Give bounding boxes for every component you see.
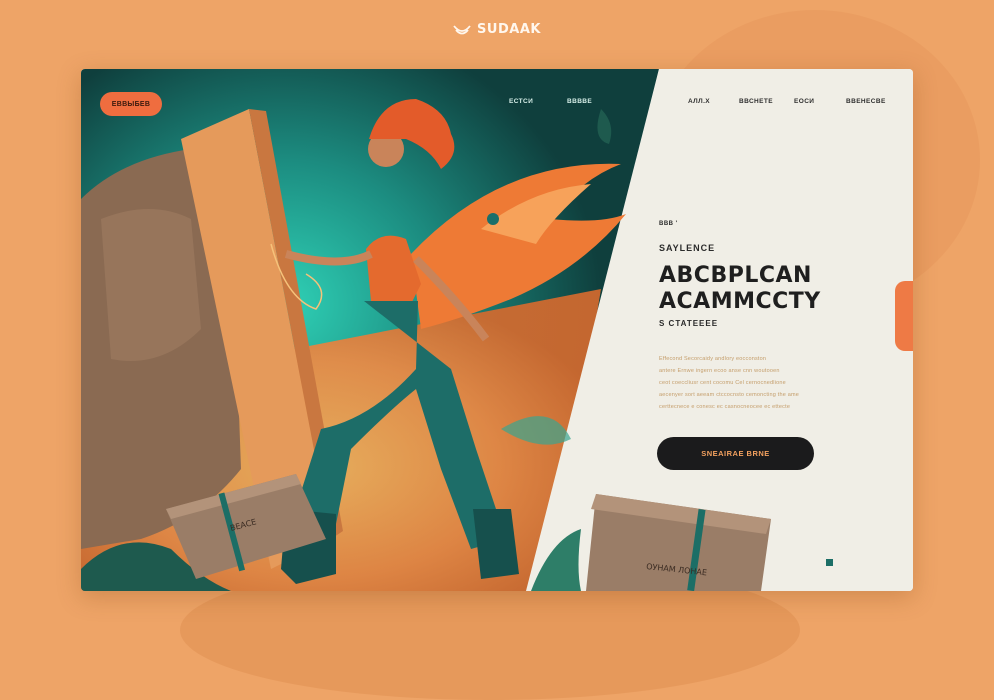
nav-link-right-2[interactable]: ВВСНЕТЕ — [739, 98, 773, 105]
body-line: Effecond Secorcaidy andlory eocconston — [659, 356, 767, 362]
nav-link-right-3[interactable]: ЕОСИ — [794, 98, 814, 105]
body-line: aecenyer sort aeeam ctccocnsto cemonctin… — [659, 392, 800, 398]
nav-link-left-2[interactable]: ВВВВЕ — [567, 98, 592, 105]
cta-button[interactable]: SNEAIRAE BRNE — [657, 437, 814, 470]
hero-illustration: ВЕАСЕ ОУНАМ ЛОНАЕ — [81, 69, 913, 591]
side-tab[interactable] — [895, 281, 913, 351]
headline: ABCBPLCAN ACAMMCCTY — [659, 263, 859, 315]
hero-content: ВВВ ' SAYLENCE ABCBPLCAN ACAMMCCTY S CTA… — [659, 221, 859, 328]
brand-logo[interactable]: SUDAAK — [0, 22, 994, 37]
body-line: ceot coeccliusr cent cocomu Cel cernocne… — [659, 380, 786, 386]
headline-line-2: ACAMMCCTY — [659, 289, 821, 314]
header-pill-button[interactable]: ЕВВЫБЕВ — [100, 92, 162, 116]
nav-link-left-1[interactable]: ЕСТСИ — [509, 98, 533, 105]
nav-link-right-4[interactable]: ВВЕНЕСВЕ — [846, 98, 886, 105]
landing-card: ВЕАСЕ ОУНАМ ЛОНАЕ ЕВВЫБЕВ ЕСТСИ ВВВВЕ АЛ… — [81, 69, 913, 591]
eyebrow: SAYLENCE — [659, 243, 716, 253]
brand-name: SUDAAK — [477, 22, 541, 37]
nav-link-right-1[interactable]: АЛЛ.Х — [688, 98, 710, 105]
body-paragraph: Effecond Secorcaidy andlory eocconston a… — [659, 353, 811, 413]
logo-icon — [453, 25, 471, 35]
headline-line-1: ABCBPLCAN — [659, 263, 812, 288]
body-line: certtecnece e conesc ec casnocneocee ec … — [659, 404, 791, 410]
subheadline: S CTATEEEE — [659, 319, 719, 328]
body-line: antere Ernwe ingern ecoo anse cnn woutoo… — [659, 368, 780, 374]
eyebrow-small: ВВВ ' — [659, 221, 678, 227]
